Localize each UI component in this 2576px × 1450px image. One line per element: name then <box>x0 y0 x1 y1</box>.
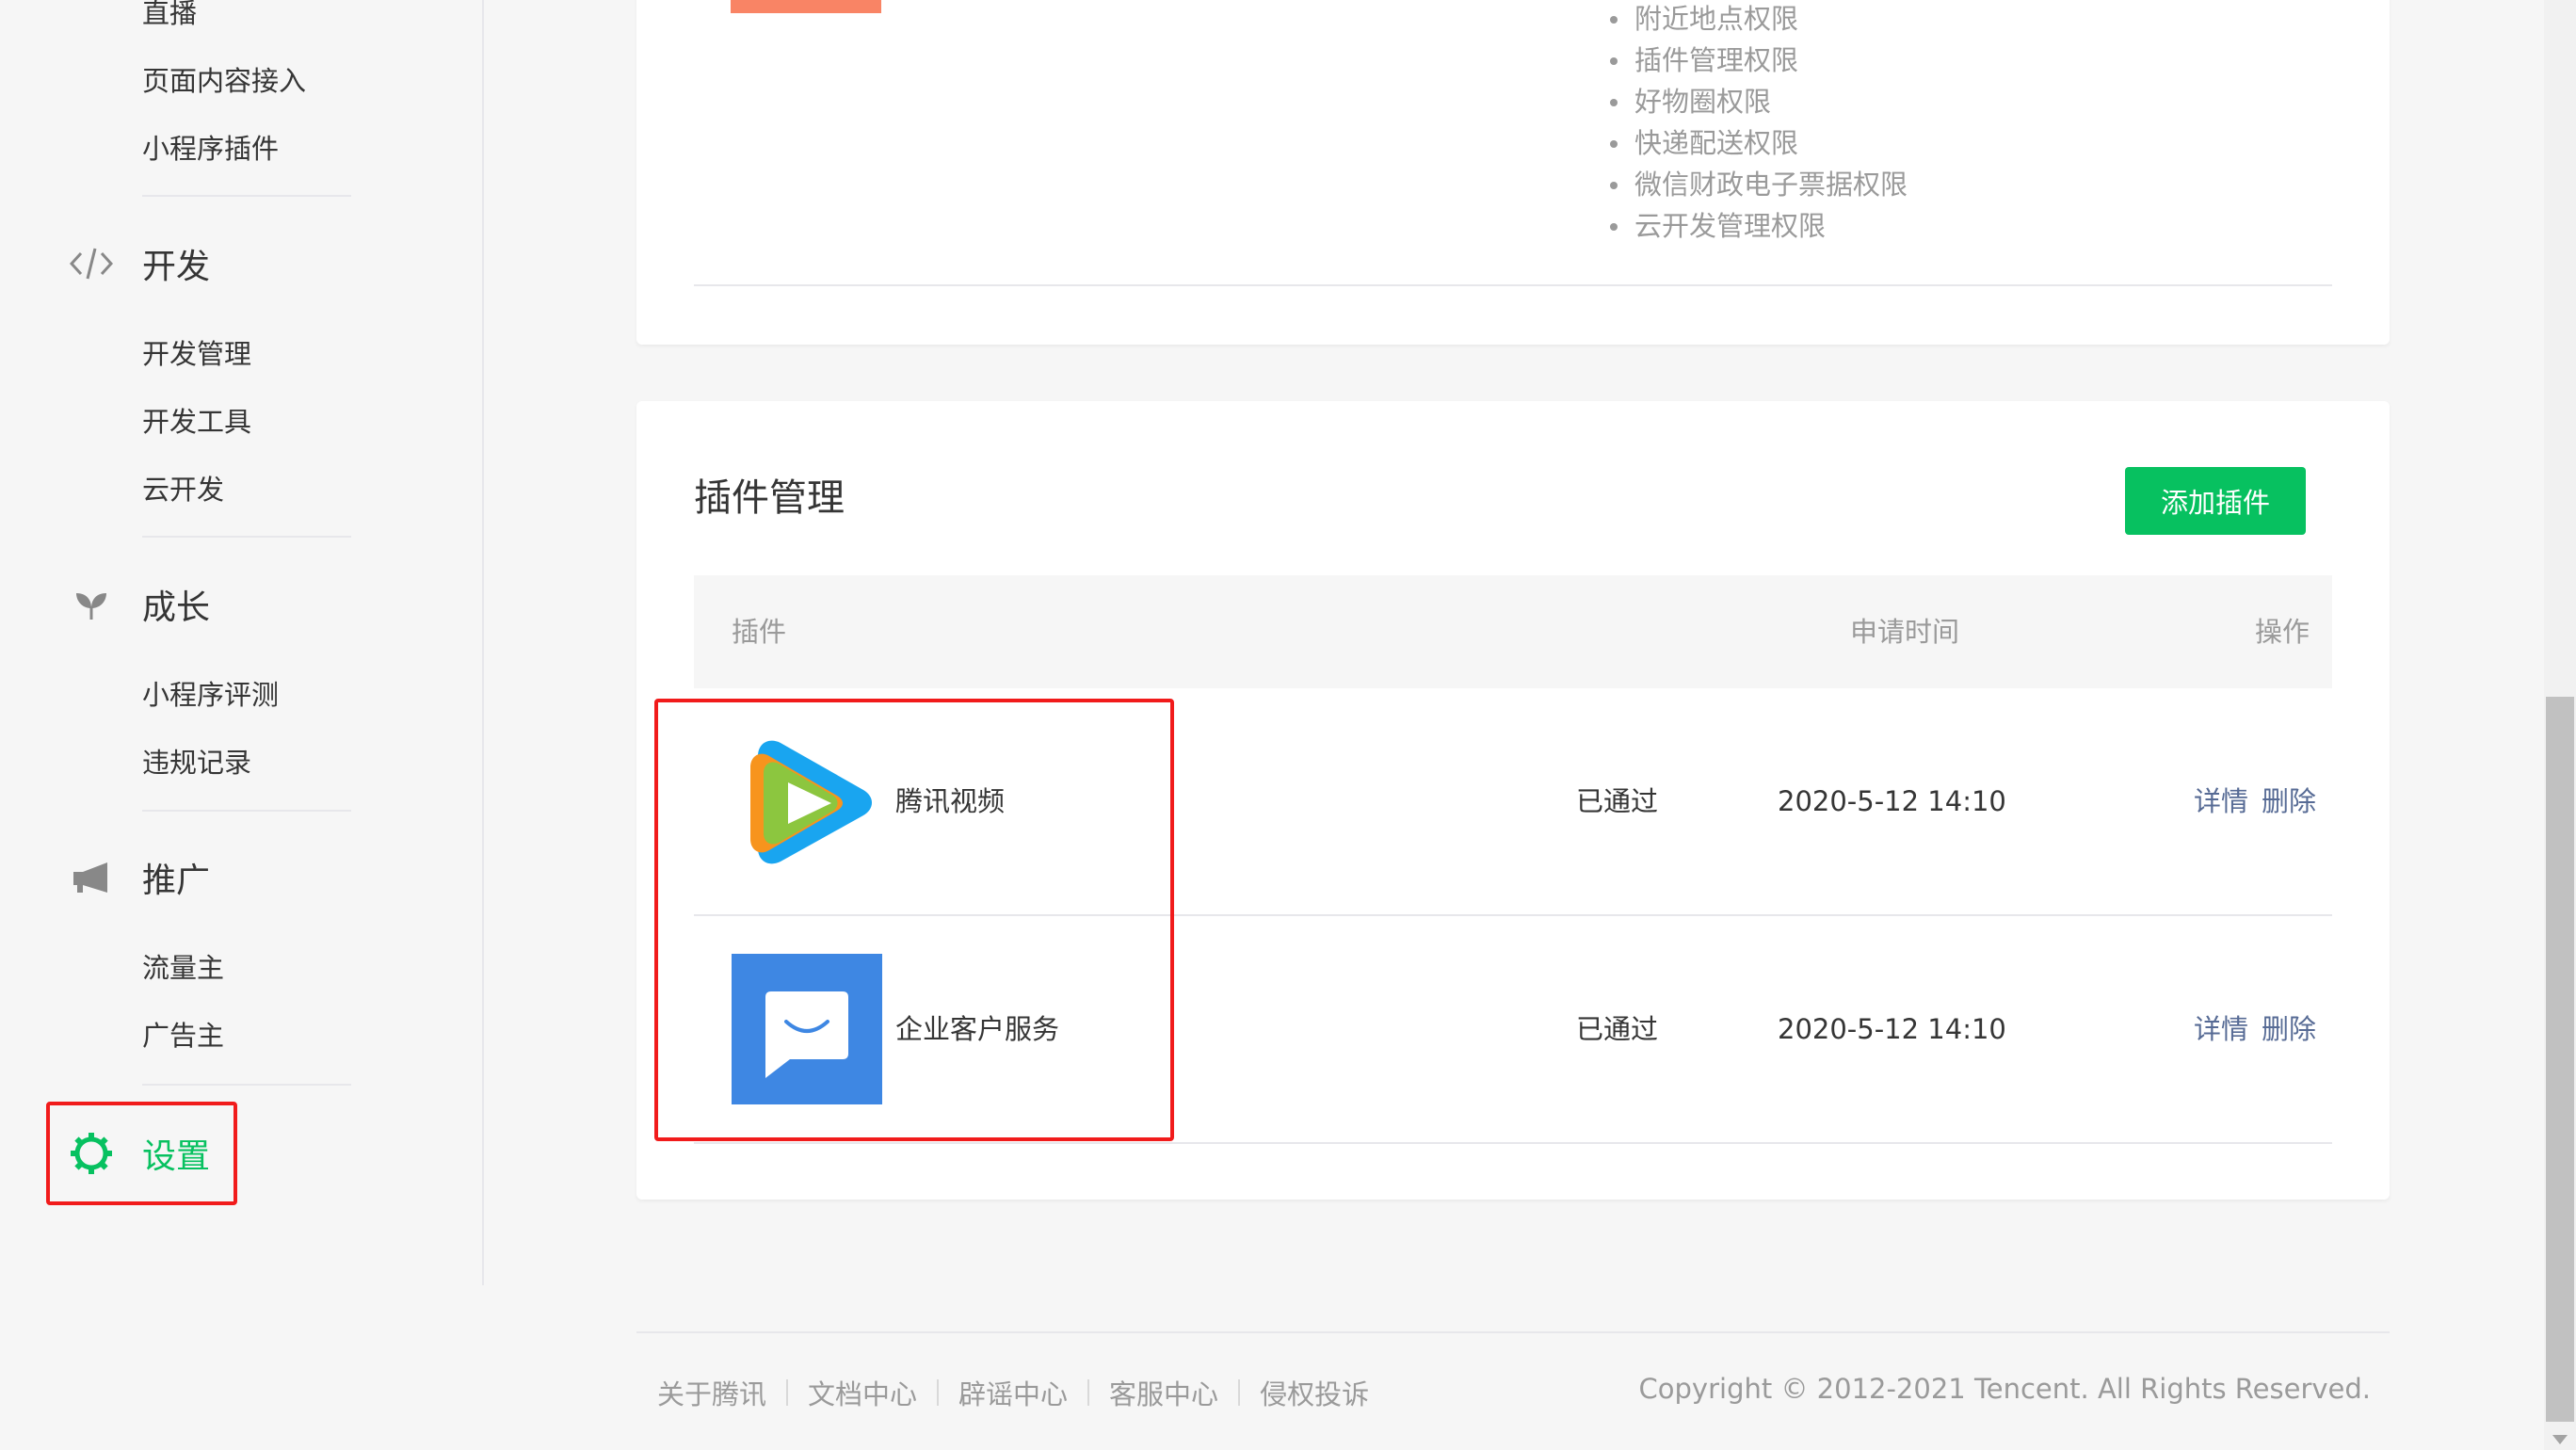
column-header-apply-time: 申请时间 <box>1850 616 1960 648</box>
footer-separator <box>937 1379 940 1406</box>
delete-link[interactable]: 删除 <box>2262 916 2316 1142</box>
footer-separator <box>786 1379 789 1406</box>
footer-divider <box>636 1331 2390 1333</box>
detail-link[interactable]: 详情 <box>2194 688 2248 914</box>
sidebar-item-dev-manage[interactable]: 开发管理 <box>142 337 251 371</box>
permission-item: 快递配送权限 <box>1606 122 1908 164</box>
sidebar-item-traffic-owner[interactable]: 流量主 <box>142 951 224 985</box>
card-divider <box>694 284 2332 286</box>
detail-link[interactable]: 详情 <box>2194 916 2248 1142</box>
plugin-apply-time: 2020-5-12 14:10 <box>1778 1013 2006 1045</box>
sidebar-item-mini-plugins[interactable]: 小程序插件 <box>142 132 279 166</box>
permission-item: 微信财政电子票据权限 <box>1606 164 1908 205</box>
add-plugin-button[interactable]: 添加插件 <box>2125 467 2306 535</box>
gear-icon <box>68 1130 115 1177</box>
plugin-status: 已通过 <box>1576 785 1659 817</box>
sidebar-divider <box>142 1084 351 1086</box>
plugin-status: 已通过 <box>1576 1013 1659 1045</box>
section-title: 插件管理 <box>694 476 845 520</box>
annotation-highlight-plugins <box>654 699 1174 1141</box>
sidebar-item-settings[interactable]: 设置 <box>68 1125 210 1182</box>
sidebar-item-advertiser[interactable]: 广告主 <box>142 1019 224 1053</box>
sidebar-item-dev-tools[interactable]: 开发工具 <box>142 405 251 439</box>
footer-link-rumor[interactable]: 辟谣中心 <box>958 1373 1068 1412</box>
permission-item: 附近地点权限 <box>1606 0 1908 40</box>
table-header: 插件 申请时间 操作 <box>694 575 2332 688</box>
scroll-down-arrow-icon[interactable] <box>2552 1435 2568 1444</box>
permission-item: 云开发管理权限 <box>1606 205 1908 247</box>
permission-item: 插件管理权限 <box>1606 40 1908 81</box>
footer-link-infringement[interactable]: 侵权投诉 <box>1260 1373 1369 1412</box>
delete-link[interactable]: 删除 <box>2262 688 2316 914</box>
orange-accent-bar <box>731 0 881 13</box>
footer-separator <box>1087 1379 1090 1406</box>
permissions-card: 附近地点权限 插件管理权限 好物圈权限 快递配送权限 微信财政电子票据权限 云开… <box>636 0 2390 345</box>
sidebar-group-promotion[interactable]: 推广 <box>68 849 210 906</box>
sidebar-item-settings-label: 设置 <box>142 1137 211 1176</box>
column-header-actions: 操作 <box>2255 616 2310 648</box>
sidebar-group-growth-label: 成长 <box>142 588 211 627</box>
sidebar-divider <box>142 195 351 197</box>
footer-links: 关于腾讯 文档中心 辟谣中心 客服中心 侵权投诉 <box>657 1373 1369 1412</box>
sidebar-item-violations[interactable]: 违规记录 <box>142 746 251 780</box>
footer-separator <box>1238 1379 1241 1406</box>
footer-link-support[interactable]: 客服中心 <box>1109 1373 1218 1412</box>
sidebar-divider <box>142 810 351 812</box>
copyright-text: Copyright © 2012-2021 Tencent. All Right… <box>1638 1373 2371 1405</box>
sidebar-divider <box>142 536 351 538</box>
sidebar-item-cloud-dev[interactable]: 云开发 <box>142 473 224 507</box>
sidebar-group-growth[interactable]: 成长 <box>68 576 210 633</box>
sidebar-item-page-content[interactable]: 页面内容接入 <box>142 64 306 98</box>
sidebar-item-live[interactable]: 直播 <box>142 0 197 30</box>
scrollbar-thumb[interactable] <box>2546 697 2574 1422</box>
sprout-icon <box>68 581 115 628</box>
megaphone-icon <box>68 854 115 901</box>
sidebar-item-evaluation[interactable]: 小程序评测 <box>142 678 279 712</box>
permission-item: 好物圈权限 <box>1606 81 1908 122</box>
footer-link-about[interactable]: 关于腾讯 <box>657 1373 766 1412</box>
code-icon <box>68 240 115 287</box>
plugin-apply-time: 2020-5-12 14:10 <box>1778 785 2006 817</box>
sidebar-group-promotion-label: 推广 <box>142 862 211 900</box>
column-header-plugin: 插件 <box>732 616 787 648</box>
sidebar-group-develop-label: 开发 <box>142 248 211 286</box>
sidebar-group-develop[interactable]: 开发 <box>68 235 210 292</box>
vertical-scrollbar[interactable] <box>2544 0 2576 1450</box>
footer-link-docs[interactable]: 文档中心 <box>808 1373 917 1412</box>
permission-list: 附近地点权限 插件管理权限 好物圈权限 快递配送权限 微信财政电子票据权限 云开… <box>1606 0 1908 247</box>
sidebar: 直播 页面内容接入 小程序插件 开发 开发管理 开发工具 云开发 成长 小程序评… <box>0 0 484 1285</box>
